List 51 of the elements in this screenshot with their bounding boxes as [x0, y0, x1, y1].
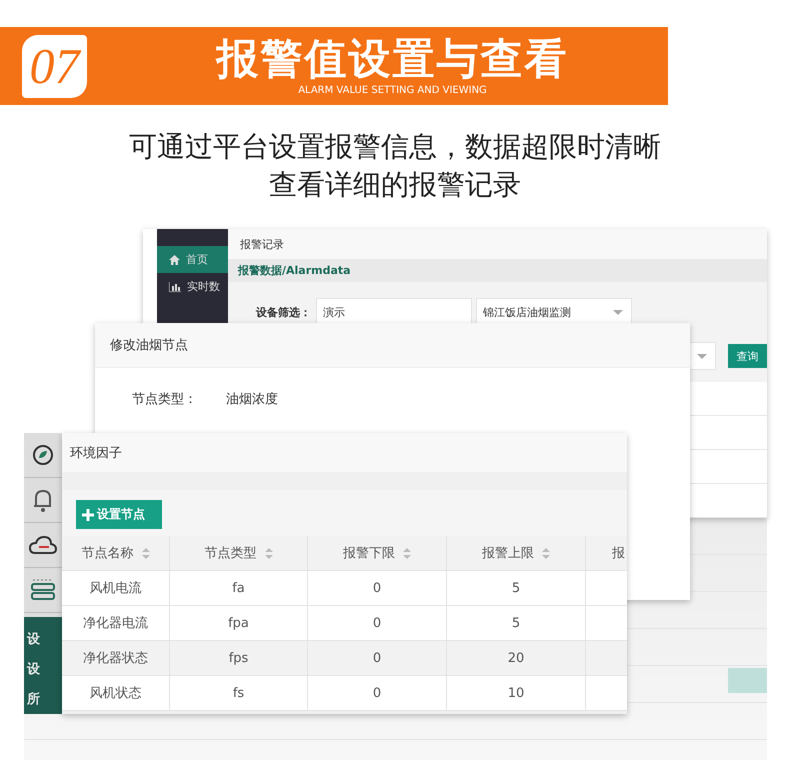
sort-icon[interactable]	[142, 548, 150, 558]
bar-chart-icon	[169, 282, 181, 292]
sidebar-item[interactable]: 首页	[157, 246, 228, 273]
description-line: 可通过平台设置报警信息，数据超限时清晰	[129, 129, 661, 165]
table-cell: 风机电流	[62, 571, 170, 605]
filter-label: 设备筛选：	[256, 304, 312, 320]
page-header: 报警记录	[228, 229, 767, 260]
table-cell: 5	[447, 606, 586, 640]
menu-item[interactable]: 设	[24, 631, 62, 649]
table-cell: 净化器状态	[62, 641, 170, 675]
sort-icon[interactable]	[542, 548, 550, 558]
table-cell: 0	[308, 571, 447, 605]
table-cell: 净化器电流	[62, 606, 170, 640]
table-cell: fa	[170, 571, 308, 605]
table-cell: 0	[308, 641, 447, 675]
window-title: 环境因子	[62, 433, 627, 472]
column-header[interactable]: 报警上限	[447, 536, 586, 570]
banner-title: 报警值设置与查看	[216, 36, 568, 83]
table-cell: 20	[447, 641, 586, 675]
table-cell: 0	[308, 606, 447, 640]
table-cell: fpa	[170, 606, 308, 640]
field-label: 节点类型：	[132, 391, 198, 408]
caret-icon	[613, 310, 623, 314]
banner-subtitle: ALARM VALUE SETTING AND VIEWING	[298, 84, 487, 96]
caret-icon	[697, 354, 707, 358]
menu-item[interactable]: 所	[24, 691, 62, 709]
column-header[interactable]: 报警下限	[308, 536, 447, 570]
breadcrumb: 报警数据/Alarmdata	[228, 259, 767, 282]
home-icon	[169, 254, 180, 264]
sort-icon[interactable]	[264, 548, 272, 558]
table-cell: 风机状态	[62, 676, 170, 710]
table-cell: fps	[170, 641, 308, 675]
table-cell: 5	[447, 571, 586, 605]
description-line: 查看详细的报警记录	[269, 167, 521, 203]
plus-icon	[82, 508, 94, 520]
section-number: 07	[22, 34, 87, 98]
table-cell: fs	[170, 676, 308, 710]
server-icon	[30, 578, 56, 602]
query-button[interactable]: 查询	[728, 344, 767, 368]
table-cell: 0	[308, 676, 447, 710]
column-header[interactable]: 节点类型	[170, 536, 308, 570]
column-header[interactable]: 报	[586, 536, 627, 570]
dialog-title: 修改油烟节点	[95, 323, 690, 368]
table-cell: 10	[447, 676, 586, 710]
sort-icon[interactable]	[403, 548, 411, 558]
cloud-icon	[29, 535, 57, 555]
column-header[interactable]: 节点名称	[62, 536, 170, 570]
menu-item[interactable]: 设	[24, 661, 62, 679]
leaf-icon	[32, 444, 54, 466]
sidebar-item[interactable]: 实时数	[157, 273, 228, 300]
field-value: 油烟浓度	[226, 391, 278, 408]
